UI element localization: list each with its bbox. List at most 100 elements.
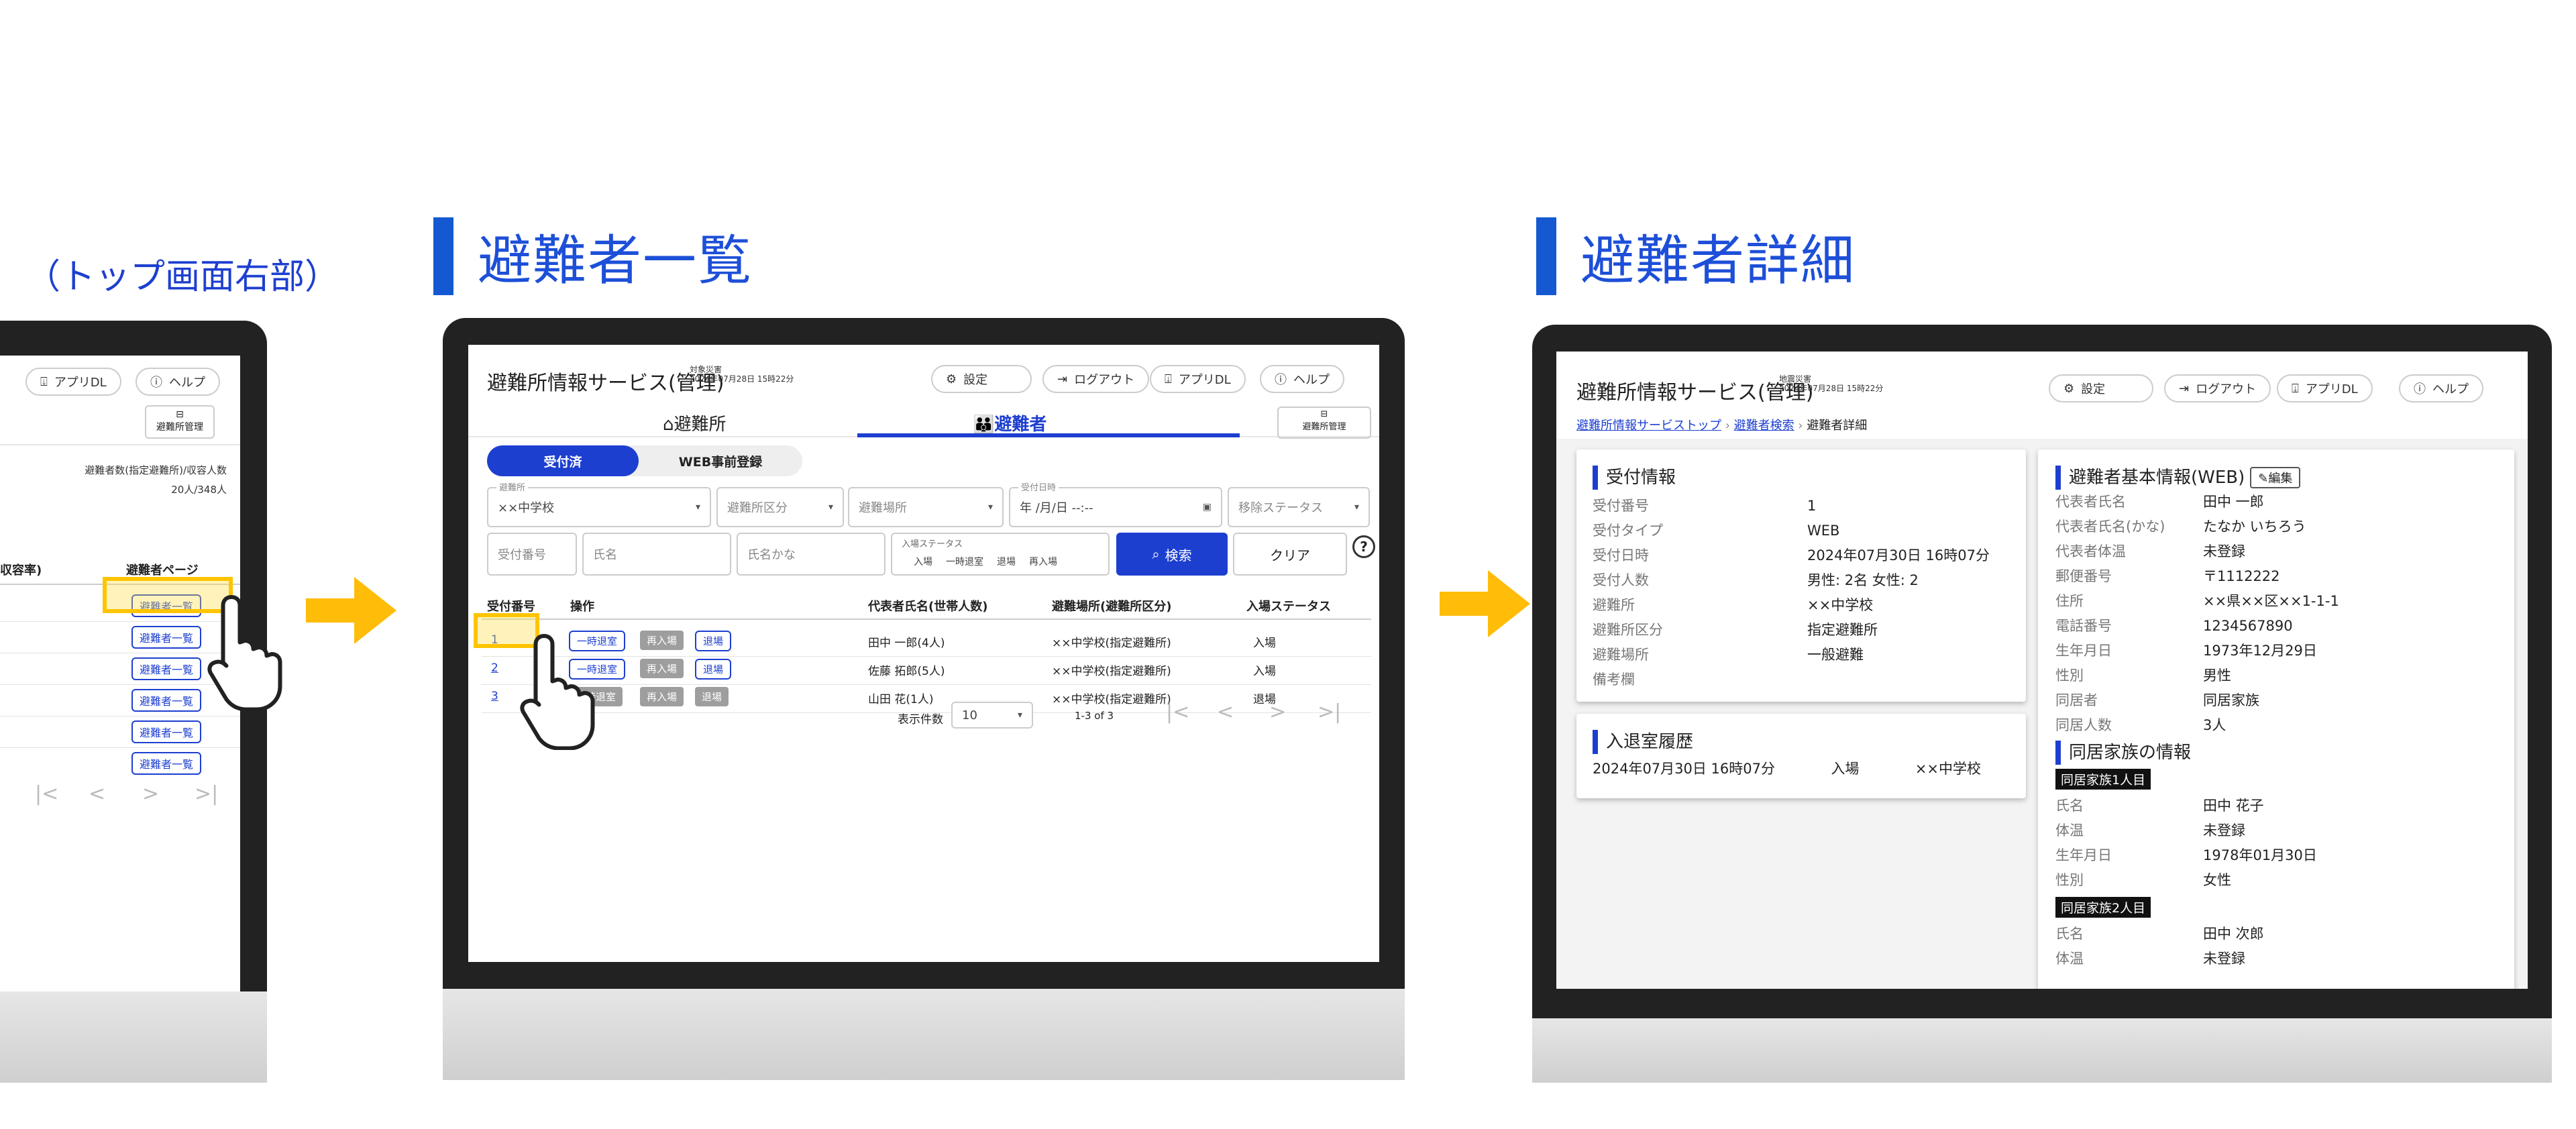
right-monitor: 避難所情報サービス(管理) 地震災害 2024年07月28日 15時22分 ⚙ 設… (1532, 325, 2552, 1018)
history-place: ××中学校 (1915, 761, 1981, 777)
edit-button[interactable]: ✎編集 (2250, 467, 2301, 488)
first-page-icon[interactable]: |< (35, 782, 58, 806)
entry-option[interactable]: 退場 (997, 555, 1016, 568)
next-page-icon[interactable]: > (1269, 700, 1286, 724)
next-page-icon[interactable]: > (142, 782, 159, 806)
info-value: 男性 (2203, 667, 2231, 684)
logout-button[interactable]: ⇥ ログアウト (2164, 374, 2271, 402)
place-select[interactable]: 避難場所 ▾ (848, 487, 1004, 527)
tab-shelter[interactable]: ⌂避難所 (663, 411, 727, 435)
info-key: 性別 (2055, 667, 2084, 684)
info-value: 1 (1807, 498, 1817, 514)
appdl-button[interactable]: ⍗ アプリDL (2277, 374, 2373, 402)
appdl-button[interactable]: ⍗ アプリDL (1150, 365, 1246, 393)
info-row: 性別 女性 (2055, 868, 2497, 893)
row-number-link[interactable]: 3 (491, 690, 498, 703)
name-field[interactable]: 氏名 (582, 533, 731, 576)
help-button[interactable]: ⓘ ヘルプ (1260, 365, 1344, 393)
settings-button[interactable]: ⚙ 設定 (931, 365, 1032, 393)
info-key: 郵便番号 (2055, 568, 2112, 584)
exit-button[interactable]: 退場 (695, 631, 732, 651)
chevron-down-icon: ▾ (695, 502, 700, 513)
category-select[interactable]: 避難所区分 ▾ (716, 487, 844, 527)
info-value: 〒1112222 (2203, 568, 2280, 584)
basic-card: 避難者基本情報(WEB) ✎編集 代表者氏名 田中 一郎 代表者氏名(かな) たなか … (2038, 449, 2514, 989)
evacuee-list-button[interactable]: 避難者一覧 (131, 626, 202, 649)
header-datetime: 2024年07月28日 15時22分 (1779, 384, 1884, 393)
search-button[interactable]: ⌕ 検索 (1116, 533, 1228, 576)
kana-field[interactable]: 氏名かな (737, 533, 885, 576)
chevron-down-icon: ▾ (1354, 502, 1359, 513)
last-page-icon[interactable]: >| (195, 782, 218, 806)
download-icon: ⍗ (2292, 381, 2299, 396)
breadcrumb-top[interactable]: 避難所情報サービストップ (1576, 419, 1721, 433)
prev-page-icon[interactable]: < (89, 782, 105, 806)
chevron-down-icon: ▾ (987, 502, 993, 513)
evacuee-list-button[interactable]: 避難者一覧 (131, 657, 202, 680)
info-key: 生年月日 (2055, 643, 2112, 659)
entry-option[interactable]: 入場 (914, 555, 932, 568)
help-circle-icon[interactable]: ? (1352, 535, 1375, 558)
left-monitor-stand (0, 991, 267, 1083)
last-page-icon[interactable]: >| (1318, 700, 1341, 724)
entry-option[interactable]: 一時退室 (946, 555, 983, 568)
tab-evacuee[interactable]: 👪避難者 (973, 411, 1046, 435)
evacuee-list-button[interactable]: 避難者一覧 (131, 720, 202, 743)
settings-button[interactable]: ⚙ 設定 (2049, 374, 2153, 402)
info-row: 避難場所 一般避難 (1593, 643, 2010, 667)
entry-option[interactable]: 再入場 (1029, 555, 1057, 568)
left-manage-button[interactable]: ⊟ 避難所管理 (145, 405, 215, 439)
row-number-link[interactable]: 2 (491, 661, 498, 675)
edit-icon: ✎ (2258, 472, 2269, 486)
table-row (482, 684, 1371, 685)
gear-icon: ⚙ (946, 372, 957, 386)
app-title: 避難所情報サービス(管理) (1576, 381, 1814, 405)
history-title: 入退室履歴 (1593, 730, 2010, 754)
disaster-name: 対象災害 (690, 365, 722, 374)
evacuee-list-button[interactable]: 避難者一覧 (131, 752, 202, 775)
info-row: 受付番号 1 (1593, 494, 2010, 519)
middle-monitor-stand (443, 989, 1405, 1080)
page-size-select[interactable]: 10 ▾ (951, 702, 1033, 729)
info-value: 田中 次郎 (2203, 926, 2264, 942)
manage-button[interactable]: ⊟ 避難所管理 (1277, 407, 1371, 439)
info-key: 性別 (2055, 872, 2084, 888)
datetime-field[interactable]: 受付日時年 /月/日 --:-- ▣ (1009, 480, 1222, 527)
info-value: 未登録 (2203, 822, 2245, 839)
clear-button[interactable]: クリア (1233, 533, 1347, 576)
breadcrumb-search[interactable]: 避難者検索 (1734, 419, 1794, 433)
shelter-select[interactable]: 避難所 ××中学校 ▾ (487, 480, 711, 527)
manage-icon: ⊟ (1320, 409, 1328, 419)
info-key: 避難所 (1593, 597, 1635, 613)
info-key: 代表者氏名(かな) (2055, 519, 2165, 535)
subtab-web[interactable]: WEB事前登録 (639, 445, 802, 476)
reenter-button[interactable]: 再入場 (640, 659, 684, 678)
pointer-hand-icon (520, 634, 595, 750)
subtab-reception[interactable]: 受付済 (487, 445, 639, 476)
chevron-down-icon: ▾ (1017, 710, 1022, 720)
info-value: WEB (1807, 523, 1840, 539)
reenter-button[interactable]: 再入場 (640, 631, 684, 650)
info-value: 1973年12月29日 (2203, 643, 2317, 659)
exit-button[interactable]: 退場 (695, 687, 729, 706)
status-select[interactable]: 移除ステータス ▾ (1228, 487, 1370, 527)
first-page-icon[interactable]: |< (1166, 700, 1189, 724)
number-field[interactable]: 受付番号 (487, 533, 577, 576)
gear-icon: ⚙ (2063, 381, 2075, 396)
member1-tag: 同居家族1人目 (2055, 769, 2151, 790)
logout-button[interactable]: ⇥ ログアウト (1042, 365, 1150, 393)
info-key: 受付人数 (1593, 572, 1649, 588)
header-datetime: 2024年07月28日 15時22分 (690, 374, 794, 384)
left-appdl-button[interactable]: ⍗ アプリDL (25, 368, 121, 396)
exit-button[interactable]: 退場 (695, 659, 732, 680)
prev-page-icon[interactable]: < (1217, 700, 1234, 724)
info-value: 女性 (2203, 872, 2231, 888)
info-key: 同居人数 (2055, 717, 2112, 733)
reenter-button[interactable]: 再入場 (640, 687, 684, 706)
left-caption: （トップ画面右部） (25, 257, 340, 297)
left-help-button[interactable]: ⓘ ヘルプ (136, 368, 220, 396)
disaster-name: 地震災害 (1779, 374, 1812, 384)
reception-card: 受付情報 受付番号 1 受付タイプ WEB 受付日時 2024年07月30日 16時07分… (1576, 449, 2026, 702)
help-button[interactable]: ⓘ ヘルプ (2399, 374, 2483, 402)
evacuee-list-button[interactable]: 避難者一覧 (131, 689, 202, 712)
